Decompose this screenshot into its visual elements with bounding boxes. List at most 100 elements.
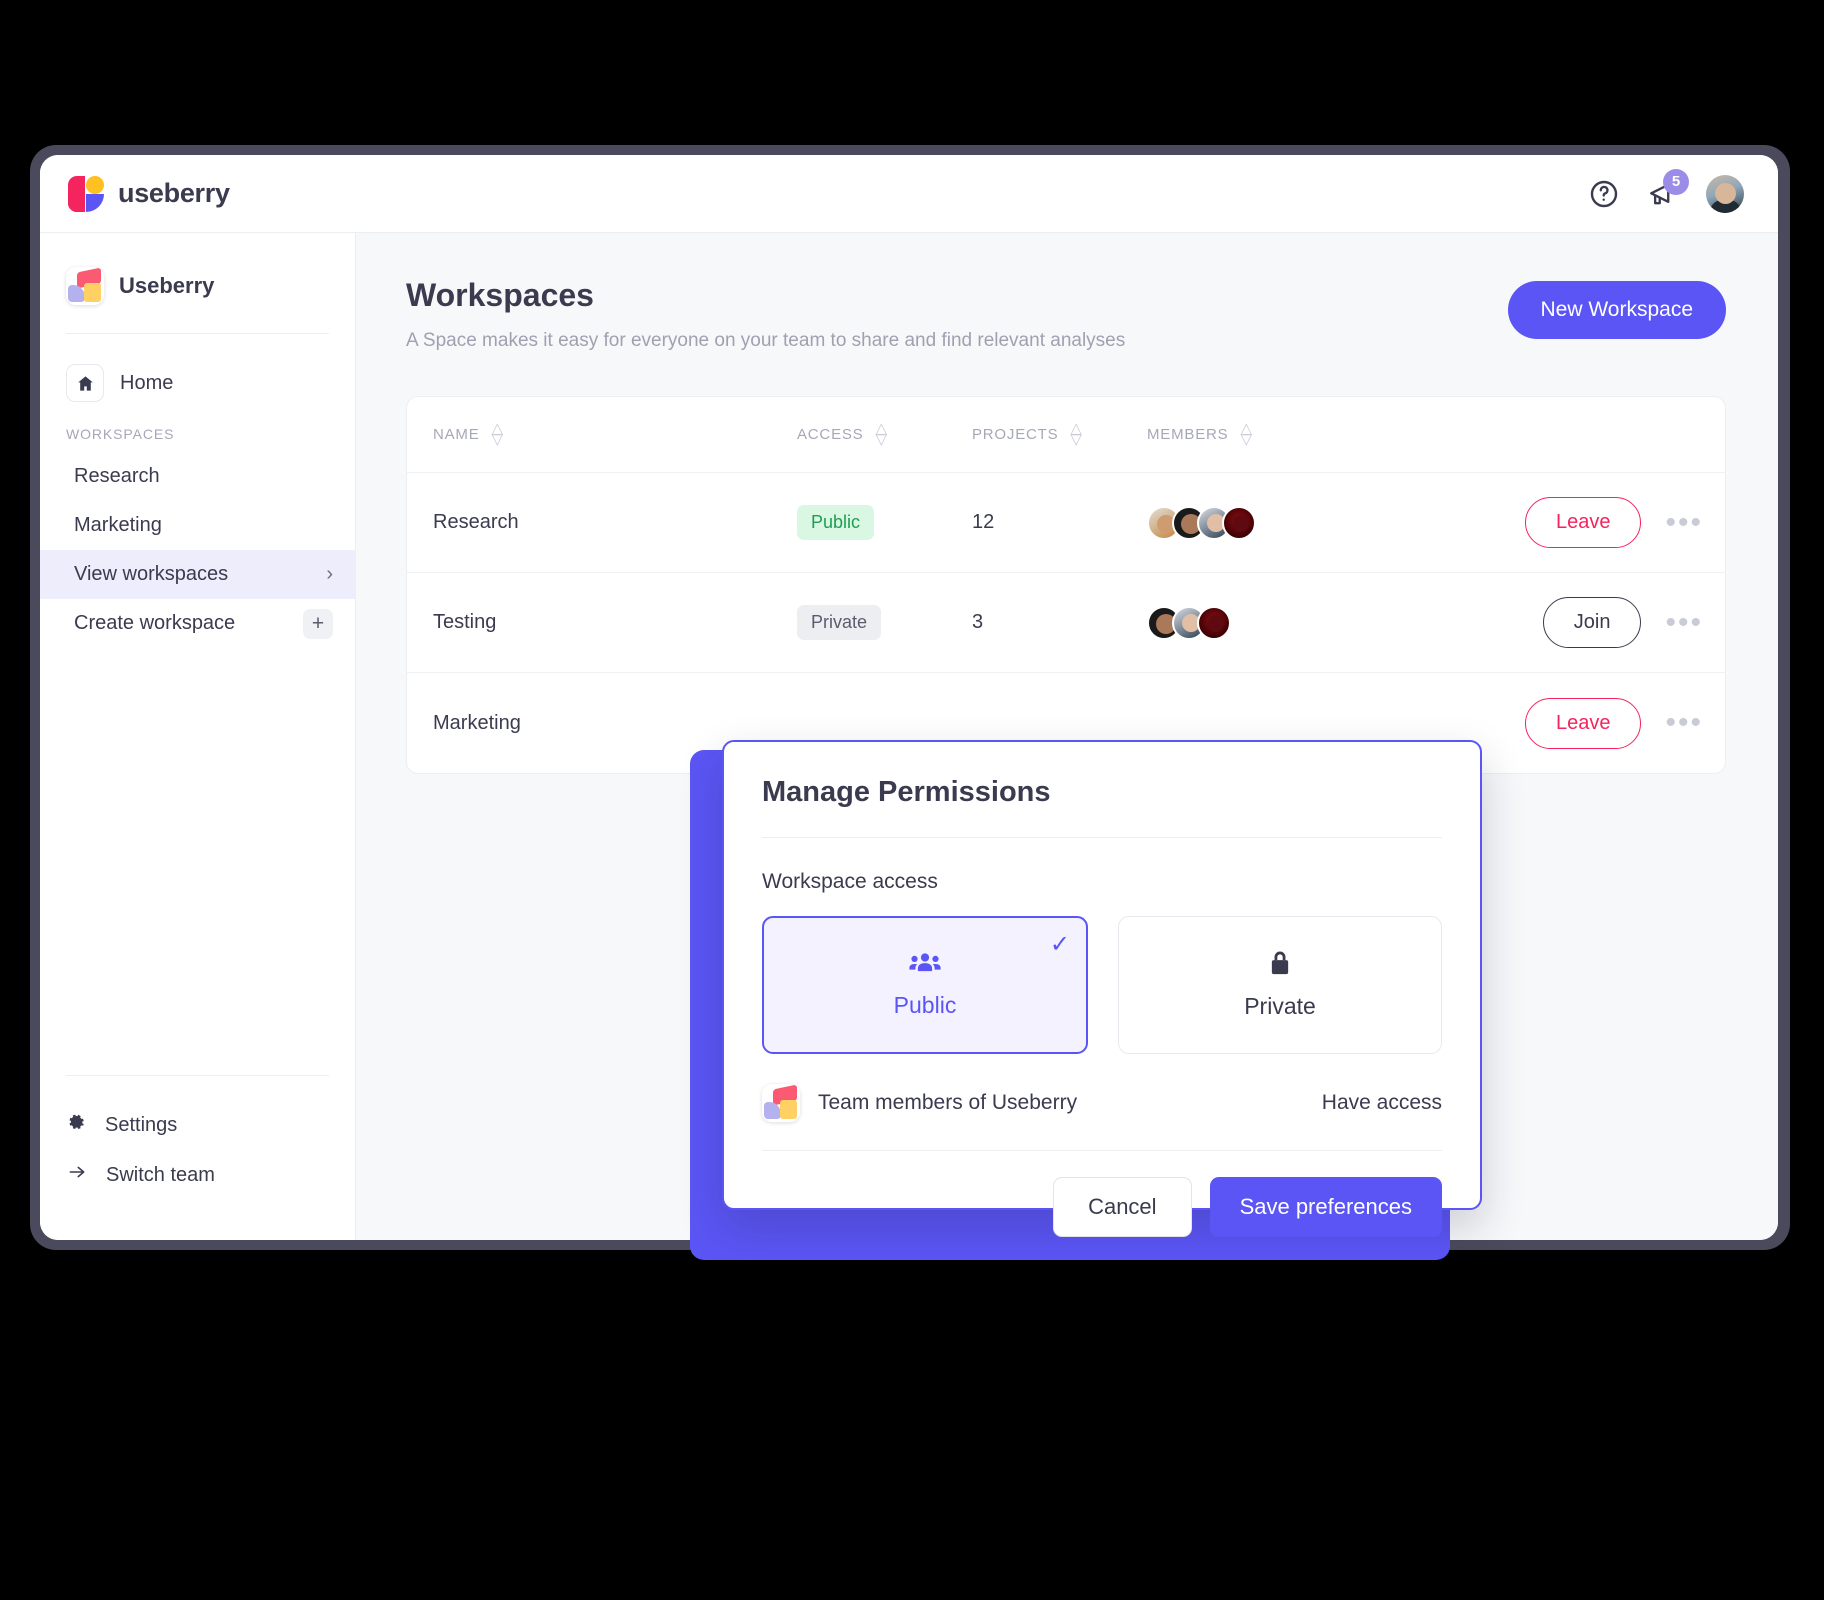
- home-icon: [66, 364, 104, 402]
- team-access-name: Team members of Useberry: [818, 1091, 1078, 1114]
- table-header-row: NAME △▽ ACCESS △▽ PROJECTS △▽ MEMBERS: [407, 397, 1725, 473]
- row-actions: Join •••: [1447, 597, 1725, 648]
- plus-icon[interactable]: +: [303, 608, 333, 639]
- status-badge: Private: [797, 605, 882, 640]
- sidebar-team-name: Useberry: [119, 273, 215, 298]
- sidebar-item-view-workspaces[interactable]: View workspaces ›: [40, 550, 355, 599]
- workspace-access-label: Workspace access: [762, 870, 938, 893]
- sidebar-item-create-workspace-label: Create workspace: [74, 612, 236, 634]
- main-header: Workspaces A Space makes it easy for eve…: [406, 277, 1726, 352]
- row-members: [1147, 505, 1447, 540]
- sort-icon[interactable]: △ ▽: [1240, 421, 1252, 447]
- join-button[interactable]: Join: [1542, 597, 1642, 648]
- avatar-group: [1147, 605, 1231, 640]
- page-title: Workspaces: [406, 277, 594, 313]
- leave-button[interactable]: Leave: [1524, 697, 1642, 749]
- column-header-members-label: MEMBERS: [1147, 426, 1229, 443]
- modal-title: Manage Permissions: [762, 776, 1051, 808]
- modal-actions: Cancel Save preferences: [762, 1177, 1442, 1237]
- user-avatar[interactable]: [1706, 174, 1744, 213]
- sidebar-item-home-label: Home: [120, 371, 174, 394]
- row-projects: 12: [972, 511, 1147, 534]
- team-logo-icon: [762, 1084, 800, 1122]
- sidebar-item-home[interactable]: Home: [40, 356, 355, 410]
- modal-divider: [762, 837, 1442, 838]
- sidebar-section-workspaces: WORKSPACES: [66, 426, 175, 442]
- team-access-state: Have access: [1321, 1091, 1442, 1114]
- access-option-private-label: Private: [1244, 993, 1316, 1019]
- people-group-icon: [908, 951, 942, 982]
- page-subtitle: A Space makes it easy for everyone on yo…: [406, 330, 1126, 351]
- team-logo-icon: [66, 267, 104, 305]
- help-circle-icon[interactable]: [1588, 178, 1620, 210]
- cancel-button[interactable]: Cancel: [1053, 1177, 1192, 1237]
- modal-divider-bottom: [762, 1150, 1442, 1151]
- sort-icon[interactable]: △ ▽: [876, 421, 888, 447]
- row-more-options-icon[interactable]: •••: [1665, 708, 1703, 738]
- sidebar-item-view-workspaces-label: View workspaces: [74, 563, 229, 585]
- sidebar-bottom-group: Settings Switch team: [40, 1076, 355, 1240]
- sidebar-item-marketing-label: Marketing: [74, 514, 162, 536]
- sidebar-item-create-workspace[interactable]: Create workspace +: [40, 599, 355, 648]
- sidebar-item-settings[interactable]: Settings: [40, 1100, 355, 1150]
- team-access-row: Team members of Useberry Have access: [762, 1084, 1442, 1122]
- gear-icon: [66, 1112, 87, 1139]
- column-header-members[interactable]: MEMBERS △ ▽: [1147, 421, 1447, 447]
- notification-badge: 5: [1663, 168, 1689, 195]
- avatar: [1197, 605, 1231, 640]
- column-header-projects-label: PROJECTS: [972, 426, 1059, 443]
- sidebar-item-settings-label: Settings: [105, 1113, 178, 1136]
- sidebar: Useberry Home WORKSPACES Research Market…: [40, 233, 356, 1240]
- sidebar-item-marketing[interactable]: Marketing: [40, 501, 355, 550]
- save-preferences-button[interactable]: Save preferences: [1209, 1177, 1442, 1237]
- sort-icon[interactable]: △ ▽: [1070, 421, 1082, 447]
- column-header-name[interactable]: NAME △ ▽: [407, 421, 797, 447]
- brand-logo[interactable]: useberry: [68, 175, 230, 212]
- sidebar-item-switch-team[interactable]: Switch team: [40, 1150, 355, 1200]
- row-name: Testing: [433, 611, 497, 633]
- brand-name: useberry: [118, 178, 230, 208]
- column-header-name-label: NAME: [433, 426, 480, 443]
- column-header-projects[interactable]: PROJECTS △ ▽: [972, 421, 1147, 447]
- sidebar-team-selector[interactable]: Useberry: [40, 267, 355, 305]
- row-actions: Leave •••: [1447, 697, 1725, 749]
- chevron-right-icon: ›: [326, 563, 333, 585]
- new-workspace-button[interactable]: New Workspace: [1507, 281, 1726, 339]
- sidebar-item-switch-team-label: Switch team: [106, 1163, 215, 1186]
- topbar-actions: 5: [1588, 168, 1744, 213]
- manage-permissions-modal: Manage Permissions Workspace access ✓ Pu…: [722, 740, 1482, 1237]
- table-row[interactable]: Research Public 12 Leave •••: [407, 473, 1725, 573]
- status-badge: Public: [797, 505, 875, 540]
- sidebar-item-research-label: Research: [74, 465, 160, 487]
- row-projects-count: 3: [972, 611, 984, 633]
- row-more-options-icon[interactable]: •••: [1665, 607, 1703, 637]
- avatar: [1222, 505, 1256, 540]
- row-name: Marketing: [433, 711, 521, 734]
- megaphone-icon[interactable]: 5: [1646, 168, 1689, 210]
- sidebar-divider-top: [66, 333, 329, 334]
- access-options: ✓ Public Private: [762, 916, 1442, 1054]
- useberry-logo-icon: [68, 175, 104, 212]
- app-topbar: useberry 5: [40, 155, 1778, 233]
- access-option-public-label: Public: [893, 992, 957, 1018]
- avatar-group: [1147, 505, 1256, 540]
- row-projects: 3: [972, 611, 1147, 634]
- check-icon: ✓: [1049, 931, 1070, 958]
- row-access: Private: [797, 605, 972, 640]
- lock-icon: [1268, 950, 1292, 983]
- access-option-public[interactable]: ✓ Public: [762, 916, 1088, 1054]
- workspaces-table: NAME △▽ ACCESS △▽ PROJECTS △▽ MEMBERS: [406, 396, 1726, 774]
- column-header-access-label: ACCESS: [797, 426, 864, 443]
- row-actions: Leave •••: [1447, 497, 1725, 548]
- row-more-options-icon[interactable]: •••: [1665, 507, 1703, 537]
- table-row[interactable]: Testing Private 3 Join •••: [407, 573, 1725, 673]
- sidebar-item-research[interactable]: Research: [40, 452, 355, 501]
- access-option-private[interactable]: Private: [1118, 916, 1442, 1054]
- main-header-text: Workspaces A Space makes it easy for eve…: [406, 277, 1125, 352]
- leave-button[interactable]: Leave: [1524, 497, 1642, 548]
- sort-icon[interactable]: △ ▽: [492, 421, 504, 447]
- row-members: [1147, 605, 1447, 640]
- arrow-right-icon: [66, 1162, 88, 1188]
- column-header-access[interactable]: ACCESS △ ▽: [797, 421, 972, 447]
